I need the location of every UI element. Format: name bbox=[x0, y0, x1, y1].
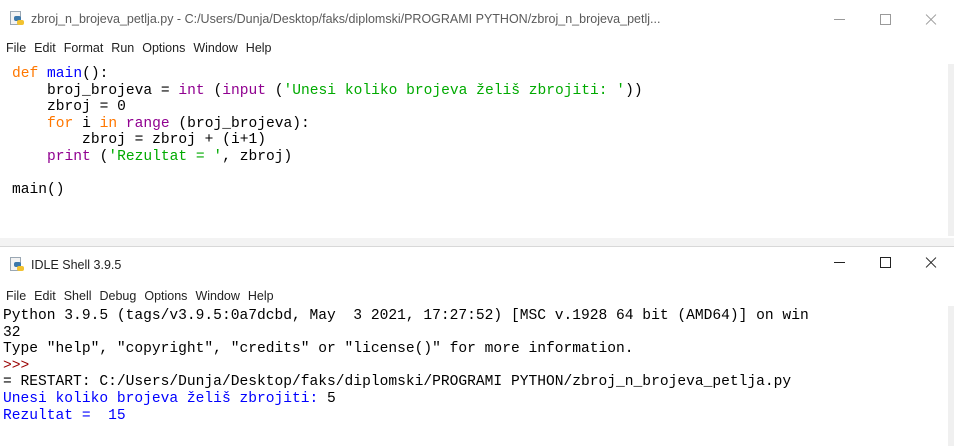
shell-titlebar[interactable]: IDLE Shell 3.9.5 bbox=[0, 247, 954, 283]
code-line: zbroj = 0 bbox=[12, 99, 948, 116]
menu-options[interactable]: Options bbox=[144, 289, 187, 303]
code-token: 'Rezultat = ' bbox=[108, 148, 223, 165]
editor-titlebar[interactable]: zbroj_n_brojeva_petlja.py - C:/Users/Dun… bbox=[0, 4, 954, 34]
code-token: int bbox=[178, 82, 205, 99]
menu-run[interactable]: Run bbox=[111, 41, 134, 55]
menu-edit[interactable]: Edit bbox=[34, 41, 56, 55]
code-token: 'Unesi koliko brojeva želiš zbrojiti: ' bbox=[283, 82, 626, 99]
menu-shell[interactable]: Shell bbox=[64, 289, 92, 303]
code-token: >>> bbox=[3, 357, 39, 374]
code-token: (): bbox=[82, 66, 109, 82]
editor-menubar: File Edit Format Run Options Window Help bbox=[0, 38, 954, 58]
code-token: )) bbox=[625, 82, 643, 99]
menu-debug[interactable]: Debug bbox=[100, 289, 137, 303]
python-file-icon bbox=[9, 11, 25, 27]
python-shell-icon bbox=[9, 257, 25, 273]
close-icon[interactable] bbox=[908, 247, 954, 283]
menu-options[interactable]: Options bbox=[142, 41, 185, 55]
shell-line: Python 3.9.5 (tags/v3.9.5:0a7dcbd, May 3… bbox=[3, 308, 948, 325]
code-token: main bbox=[47, 66, 83, 82]
shell-line: Unesi koliko brojeva želiš zbrojiti: 5 bbox=[3, 391, 948, 408]
code-token: range bbox=[125, 115, 170, 132]
editor-scrollbar[interactable] bbox=[948, 64, 954, 236]
shell-menubar: File Edit Shell Debug Options Window Help bbox=[0, 286, 954, 306]
code-token: def bbox=[12, 66, 39, 82]
code-line: broj_brojeva = int (input ('Unesi koliko… bbox=[12, 83, 948, 100]
menu-format[interactable]: Format bbox=[64, 41, 104, 55]
code-token: ( bbox=[204, 82, 223, 99]
shell-line: = RESTART: C:/Users/Dunja/Desktop/faks/d… bbox=[3, 374, 948, 391]
code-token: 5 bbox=[327, 390, 336, 407]
code-token: for bbox=[47, 115, 74, 132]
code-token: in bbox=[99, 115, 118, 132]
menu-help[interactable]: Help bbox=[248, 289, 274, 303]
code-token: , zbroj) bbox=[222, 148, 293, 165]
code-token: print bbox=[47, 148, 91, 165]
code-line: print ('Rezultat = ', zbroj) bbox=[12, 149, 948, 166]
menu-window[interactable]: Window bbox=[195, 289, 239, 303]
code-token: Unesi koliko brojeva želiš zbrojiti: bbox=[3, 390, 328, 407]
code-token: ( bbox=[90, 148, 109, 165]
code-token: main() bbox=[12, 182, 65, 199]
code-token: 32 bbox=[3, 324, 21, 341]
code-token: i bbox=[73, 115, 100, 132]
shell-output-area[interactable]: Python 3.9.5 (tags/v3.9.5:0a7dcbd, May 3… bbox=[0, 308, 948, 446]
code-line: main() bbox=[12, 182, 948, 199]
code-token: zbroj = 0 bbox=[12, 99, 126, 116]
menu-file[interactable]: File bbox=[6, 41, 26, 55]
code-token: zbroj = zbroj + (i+1) bbox=[12, 132, 266, 149]
editor-window-title: zbroj_n_brojeva_petlja.py - C:/Users/Dun… bbox=[31, 12, 661, 26]
code-token: Python 3.9.5 (tags/v3.9.5:0a7dcbd, May 3… bbox=[3, 308, 809, 324]
code-token: (broj_brojeva): bbox=[169, 115, 310, 132]
code-token: ( bbox=[266, 82, 284, 99]
shell-line: 32 bbox=[3, 325, 948, 342]
menu-edit[interactable]: Edit bbox=[34, 289, 56, 303]
code-line: def main(): bbox=[12, 66, 948, 83]
maximize-icon[interactable] bbox=[862, 4, 908, 34]
menu-window[interactable]: Window bbox=[193, 41, 237, 55]
code-token: Type "help", "copyright", "credits" or "… bbox=[3, 341, 634, 358]
code-token: broj_brojeva = bbox=[12, 82, 179, 99]
shell-line: >>> bbox=[3, 358, 948, 375]
menu-file[interactable]: File bbox=[6, 289, 26, 303]
shell-scrollbar[interactable] bbox=[948, 306, 954, 446]
menu-help[interactable]: Help bbox=[246, 41, 272, 55]
shell-line: Rezultat = 15 bbox=[3, 408, 948, 425]
shell-window: IDLE Shell 3.9.5 File Edit Shell Debug Optio… bbox=[0, 246, 954, 446]
minimize-icon[interactable] bbox=[816, 247, 862, 283]
shell-window-title: IDLE Shell 3.9.5 bbox=[31, 258, 122, 272]
code-token: input bbox=[222, 82, 266, 99]
code-token: Rezultat = 15 bbox=[3, 407, 126, 424]
code-line: zbroj = zbroj + (i+1) bbox=[12, 132, 948, 149]
maximize-icon[interactable] bbox=[862, 247, 908, 283]
code-token: = RESTART: C:/Users/Dunja/Desktop/faks/d… bbox=[3, 374, 792, 391]
window-gap bbox=[0, 238, 954, 246]
code-line: for i in range (broj_brojeva): bbox=[12, 116, 948, 133]
close-icon[interactable] bbox=[908, 4, 954, 34]
editor-code-area[interactable]: def main(): broj_brojeva = int (input ('… bbox=[0, 66, 948, 236]
shell-line: Type "help", "copyright", "credits" or "… bbox=[3, 341, 948, 358]
minimize-icon[interactable] bbox=[816, 4, 862, 34]
